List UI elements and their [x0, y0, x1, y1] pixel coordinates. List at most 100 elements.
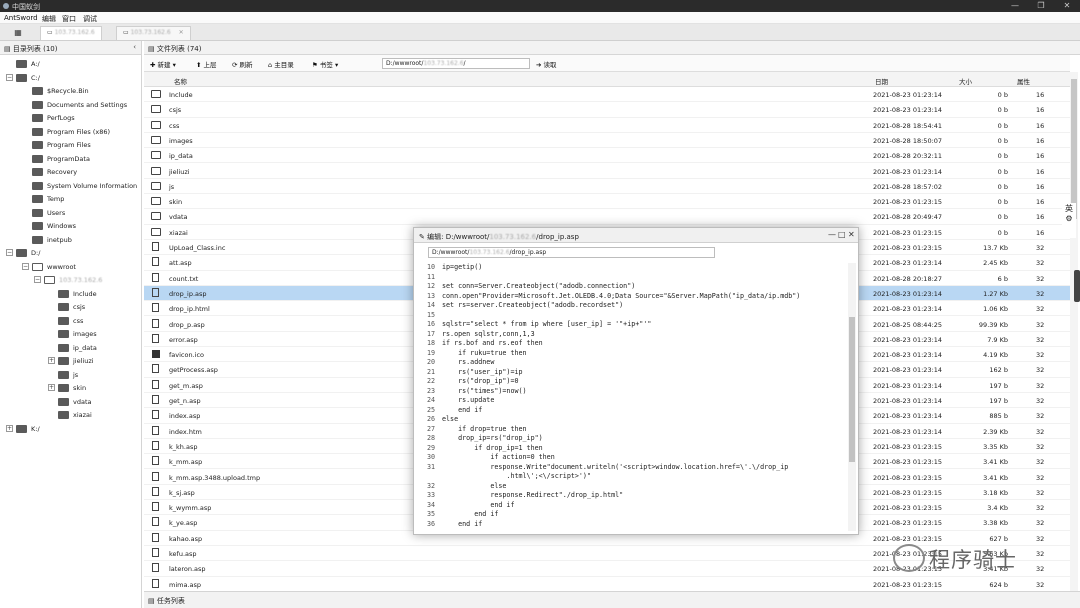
line-number: 11 — [426, 272, 435, 281]
file-row[interactable]: ip_data 2021-08-28 20:32:11 0 b 16 — [144, 148, 1070, 164]
file-attr: 32 — [1036, 473, 1045, 482]
folder-icon: ▭ — [123, 29, 129, 36]
expand-icon[interactable]: + — [48, 357, 55, 364]
tab-label: 103.73.162.6 — [130, 29, 171, 36]
editor-scrollbar-thumb[interactable] — [849, 317, 855, 462]
file-icon — [152, 502, 159, 512]
file-attr: 32 — [1036, 289, 1045, 298]
file-panel-title: 文件列表 (74) — [156, 45, 202, 53]
file-icon — [152, 456, 159, 466]
editor-scrollbar[interactable] — [848, 263, 856, 531]
tree-item-label: images — [73, 330, 97, 338]
editor-close-button[interactable]: ✕ — [848, 230, 855, 239]
column-attr[interactable]: 属性 — [1017, 76, 1030, 86]
side-handle[interactable] — [1074, 270, 1080, 302]
folder-icon — [58, 303, 69, 311]
up-button[interactable]: ⬆ 上层 — [196, 59, 217, 69]
file-table-header: 名称 日期 大小 属性 — [144, 72, 1070, 87]
menu-edit[interactable]: 编辑 — [42, 14, 56, 24]
file-row[interactable]: images 2021-08-28 18:50:07 0 b 16 — [144, 133, 1070, 149]
file-row[interactable]: jieliuzi 2021-08-23 01:23:14 0 b 16 — [144, 164, 1070, 179]
task-list-bar[interactable]: ▤ 任务列表 — [144, 591, 1080, 608]
column-name[interactable]: 名称 — [174, 76, 187, 86]
column-date[interactable]: 日期 — [875, 76, 888, 86]
editor-minimize-button[interactable]: — — [828, 230, 836, 239]
up-button-label: 上层 — [203, 61, 217, 69]
expand-icon[interactable]: + — [6, 424, 13, 432]
new-button[interactable]: ✚ 新建 ▾ — [150, 59, 176, 69]
tab-host-1[interactable]: ▭ 103.73.162.6 — [40, 26, 102, 40]
collapse-icon[interactable]: − — [34, 276, 41, 283]
file-row[interactable]: vdata 2021-08-28 20:49:47 0 b 16 — [144, 209, 1070, 225]
folder-icon — [32, 141, 43, 149]
file-row[interactable]: Include 2021-08-23 01:23:14 0 b 16 — [144, 87, 1070, 103]
line-number: 15 — [426, 310, 435, 319]
maximize-button[interactable]: ❐ — [1028, 0, 1054, 12]
code-line: 19 if ruku=true then — [419, 349, 847, 359]
code-line: 21 rs("user_ip")=ip — [419, 368, 847, 378]
collapse-chevron-icon[interactable]: ‹ — [133, 43, 136, 51]
collapse-icon[interactable]: − — [6, 249, 13, 256]
minimize-button[interactable]: — — [1002, 0, 1028, 12]
file-list-scrollbar[interactable] — [1070, 72, 1078, 596]
code-line: 26 else — [419, 415, 847, 425]
home-button[interactable]: ⌂ 主目录 — [268, 59, 294, 69]
menu-antsword[interactable]: AntSword — [4, 14, 38, 22]
file-toolbar: ✚ 新建 ▾ ⬆ 上层 ⟳ 刷新 ⌂ 主目录 ⚑ 书签 ▾ D:/wwwroot… — [144, 55, 1070, 72]
file-row[interactable]: csjs 2021-08-23 01:23:14 0 b 16 — [144, 102, 1070, 118]
menu-window[interactable]: 窗口 — [62, 14, 76, 24]
file-icon — [152, 333, 159, 343]
tab-close-icon[interactable]: ✕ — [179, 29, 184, 36]
tree-item-label: xiazai — [73, 411, 92, 419]
ime-settings-icon[interactable]: ⚙ — [1062, 214, 1076, 223]
file-date: 2021-08-23 01:23:14 — [873, 335, 943, 344]
code-text: end if — [442, 510, 499, 518]
file-name: k_kh.asp — [169, 442, 198, 451]
collapse-icon[interactable]: − — [6, 73, 13, 81]
file-size: 4.19 Kb — [983, 351, 1008, 360]
tree-item-label: Include — [73, 289, 97, 298]
ime-widget[interactable]: 英 ⚙ — [1062, 203, 1076, 238]
editor-maximize-button[interactable]: □ — [838, 230, 846, 239]
code-editor[interactable]: 10 ip=getip() 11 12 set conn=Server.Createob… — [419, 263, 847, 531]
file-icon — [152, 272, 159, 282]
folder-icon — [58, 370, 69, 379]
file-name: count.txt — [169, 274, 199, 283]
folder-icon — [32, 195, 43, 203]
tab-host-2[interactable]: ▭ 103.73.162.6 ✕ — [116, 26, 191, 40]
tree-item-label: 103.73.162.6 — [59, 276, 103, 284]
menu-debug[interactable]: 调试 — [83, 14, 97, 24]
file-name: jieliuzi — [169, 167, 190, 176]
editor-path-input[interactable]: D:/wwwroot/103.73.162.6/drop_ip.asp — [428, 247, 715, 258]
file-size: 3.41 Kb — [983, 458, 1008, 467]
watermark: 程序骑士 — [893, 540, 1077, 580]
read-button[interactable]: ➔ 读取 — [536, 59, 557, 69]
refresh-button[interactable]: ⟳ 刷新 — [232, 59, 253, 69]
file-icon — [152, 410, 159, 420]
close-button[interactable]: ✕ — [1054, 0, 1080, 12]
folder-icon — [151, 166, 161, 175]
collapse-icon[interactable]: − — [22, 262, 29, 270]
file-attr: 32 — [1036, 320, 1045, 329]
code-text: response.Redirect"./drop_ip.html" — [442, 491, 624, 499]
tabs-grid-icon[interactable]: ▦ — [4, 26, 32, 39]
bookmark-button[interactable]: ⚑ 书签 ▾ — [312, 59, 338, 69]
path-input[interactable]: D:/wwwroot/103.73.162.6/ — [382, 58, 530, 69]
folder-icon — [32, 127, 43, 136]
editor-path-suffix: /drop_ip.asp — [509, 249, 547, 256]
file-size: 624 b — [989, 580, 1008, 589]
file-size: 197 b — [989, 381, 1008, 390]
code-text: end if — [442, 500, 515, 509]
folder-icon — [32, 181, 43, 190]
file-name: index.htm — [169, 427, 202, 436]
file-row[interactable]: css 2021-08-28 18:54:41 0 b 16 — [144, 118, 1070, 133]
column-size[interactable]: 大小 — [959, 76, 972, 86]
window-titlebar: 中国蚁剑 — ❐ ✕ — [0, 0, 1080, 12]
tree-item-label: Users — [47, 208, 66, 217]
scrollbar-thumb[interactable] — [1071, 79, 1077, 219]
tree-item-label: C:/ — [31, 73, 40, 82]
file-row[interactable]: js 2021-08-28 18:57:02 0 b 16 — [144, 179, 1070, 195]
expand-icon[interactable]: + — [48, 384, 55, 391]
file-row[interactable]: skin 2021-08-23 01:23:15 0 b 16 — [144, 194, 1070, 210]
editor-title-host: 103.73.162.6 — [489, 233, 537, 241]
